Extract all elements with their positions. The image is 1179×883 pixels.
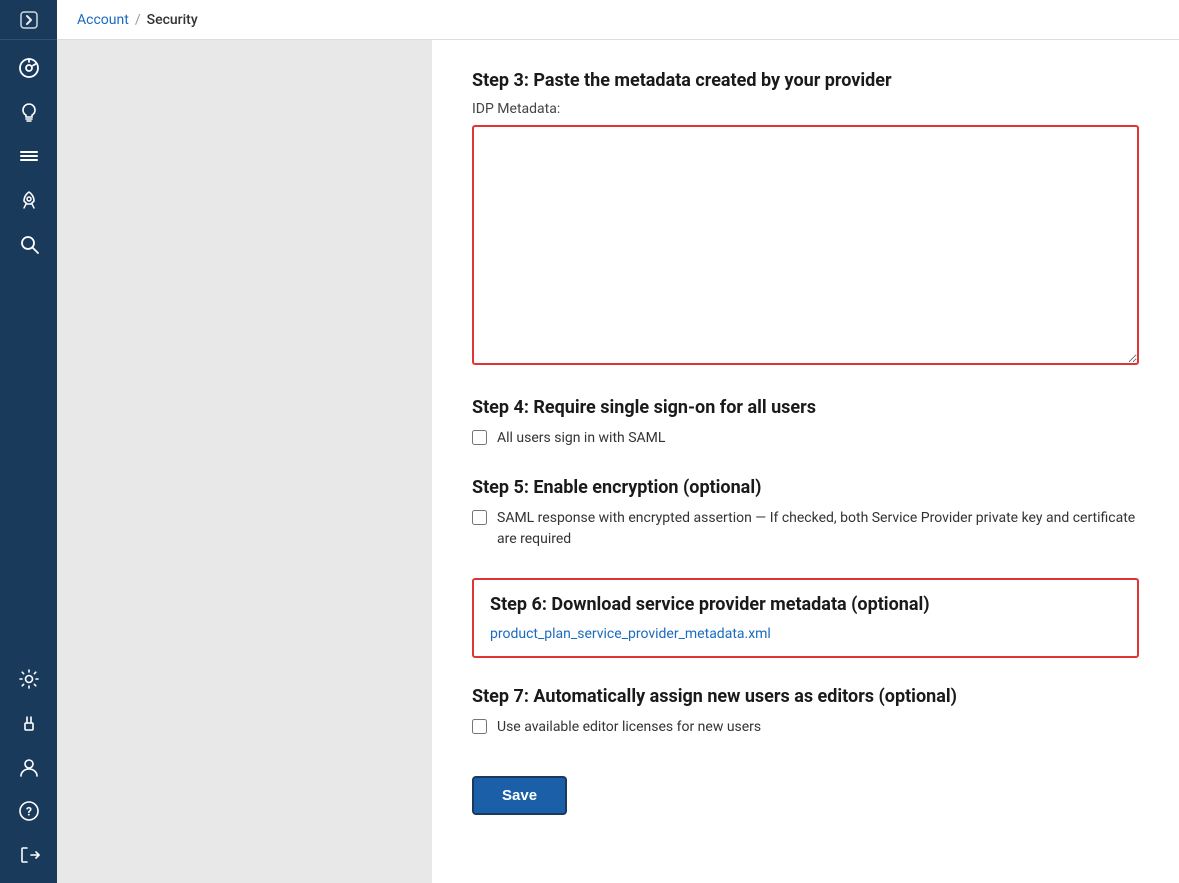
logout-icon bbox=[18, 844, 40, 866]
step3-title: Step 3: Paste the metadata created by yo… bbox=[472, 70, 1139, 91]
step5-section: Step 5: Enable encryption (optional) SAM… bbox=[472, 477, 1139, 550]
plugin-icon bbox=[18, 712, 40, 734]
dashboard-icon bbox=[18, 57, 40, 79]
user-icon bbox=[18, 756, 40, 778]
editor-license-checkbox[interactable] bbox=[472, 719, 487, 734]
sidebar: ? bbox=[0, 0, 57, 883]
metadata-download-link[interactable]: product_plan_service_provider_metadata.x… bbox=[490, 626, 771, 642]
step7-checkbox-label: Use available editor licenses for new us… bbox=[497, 717, 761, 738]
sidebar-item-help[interactable]: ? bbox=[9, 791, 49, 831]
step5-title: Step 5: Enable encryption (optional) bbox=[472, 477, 1139, 498]
step4-section: Step 4: Require single sign-on for all u… bbox=[472, 397, 1139, 449]
sidebar-item-menu[interactable] bbox=[9, 136, 49, 176]
left-panel bbox=[57, 40, 432, 883]
breadcrumb-separator: / bbox=[135, 12, 141, 28]
sidebar-item-search[interactable] bbox=[9, 224, 49, 264]
save-button[interactable]: Save bbox=[472, 776, 567, 815]
sidebar-toggle[interactable] bbox=[0, 0, 57, 40]
breadcrumb-current: Security bbox=[147, 12, 198, 28]
chevron-right-icon bbox=[20, 11, 38, 29]
svg-text:?: ? bbox=[26, 805, 32, 819]
step3-section: Step 3: Paste the metadata created by yo… bbox=[472, 70, 1139, 369]
step7-title: Step 7: Automatically assign new users a… bbox=[472, 686, 1139, 707]
gear-icon bbox=[18, 668, 40, 690]
breadcrumb-account[interactable]: Account bbox=[77, 12, 129, 28]
menu-icon bbox=[18, 145, 40, 167]
sidebar-bottom-nav: ? bbox=[9, 659, 49, 883]
step4-title: Step 4: Require single sign-on for all u… bbox=[472, 397, 1139, 418]
step7-checkbox-row[interactable]: Use available editor licenses for new us… bbox=[472, 717, 1139, 738]
sidebar-item-logout[interactable] bbox=[9, 835, 49, 875]
step6-title: Step 6: Download service provider metada… bbox=[490, 594, 1121, 615]
lightbulb-icon bbox=[18, 101, 40, 123]
saml-signin-checkbox[interactable] bbox=[472, 430, 487, 445]
sidebar-item-ideas[interactable] bbox=[9, 92, 49, 132]
content-area: Step 3: Paste the metadata created by yo… bbox=[57, 40, 1179, 883]
sidebar-item-dashboard[interactable] bbox=[9, 48, 49, 88]
step6-section: Step 6: Download service provider metada… bbox=[472, 578, 1139, 658]
main-container: Account / Security Step 3: Paste the met… bbox=[57, 0, 1179, 883]
rocket-icon bbox=[18, 189, 40, 211]
help-icon: ? bbox=[18, 800, 40, 822]
right-panel: Step 3: Paste the metadata created by yo… bbox=[432, 40, 1179, 883]
sidebar-item-launch[interactable] bbox=[9, 180, 49, 220]
step4-checkbox-row[interactable]: All users sign in with SAML bbox=[472, 428, 1139, 449]
step5-checkbox-row[interactable]: SAML response with encrypted assertion —… bbox=[472, 508, 1139, 550]
idp-metadata-textarea[interactable] bbox=[472, 125, 1139, 365]
sidebar-top-nav bbox=[9, 40, 49, 659]
sidebar-item-settings[interactable] bbox=[9, 659, 49, 699]
idp-metadata-label: IDP Metadata: bbox=[472, 101, 1139, 117]
step5-checkbox-label: SAML response with encrypted assertion —… bbox=[497, 508, 1139, 550]
step7-section: Step 7: Automatically assign new users a… bbox=[472, 686, 1139, 738]
search-icon bbox=[18, 233, 40, 255]
header: Account / Security bbox=[57, 0, 1179, 40]
sidebar-item-user[interactable] bbox=[9, 747, 49, 787]
sidebar-item-plugins[interactable] bbox=[9, 703, 49, 743]
step4-checkbox-label: All users sign in with SAML bbox=[497, 428, 665, 449]
encryption-checkbox[interactable] bbox=[472, 510, 487, 525]
